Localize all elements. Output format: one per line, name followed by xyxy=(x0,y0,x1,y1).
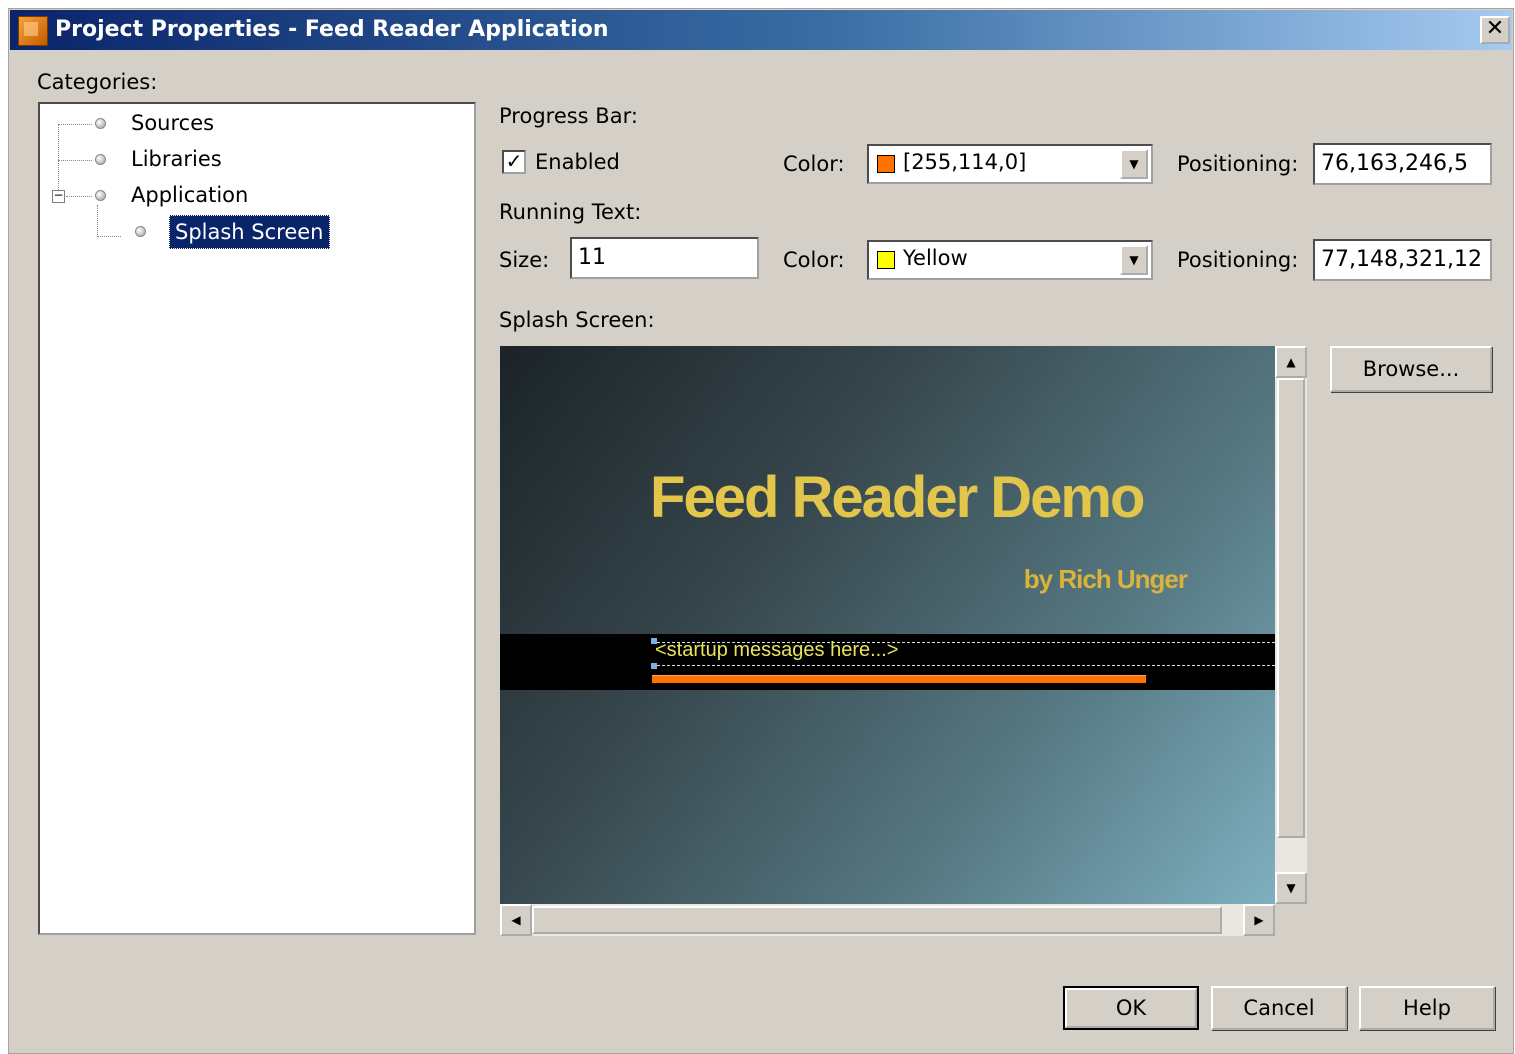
node-icon xyxy=(95,118,106,129)
tree-item-splash-screen[interactable]: Splash Screen xyxy=(169,215,330,249)
splash-subtitle: by Rich Unger xyxy=(1023,564,1188,594)
window-title: Project Properties - Feed Reader Applica… xyxy=(55,17,609,42)
tree-line xyxy=(97,236,121,237)
close-button[interactable]: ✕ xyxy=(1480,16,1510,44)
progress-bar-preview[interactable] xyxy=(652,675,1146,683)
cancel-button[interactable]: Cancel xyxy=(1211,986,1347,1030)
running-color-value: Yellow xyxy=(903,246,968,270)
resize-handle[interactable] xyxy=(651,638,657,644)
chevron-down-icon[interactable]: ▼ xyxy=(1120,149,1148,179)
progress-positioning-label: Positioning: xyxy=(1177,152,1299,176)
close-icon: ✕ xyxy=(1485,16,1505,41)
tree-item-sources[interactable]: Sources xyxy=(131,111,214,135)
splash-title: Feed Reader Demo xyxy=(650,465,1145,530)
running-text-section-label: Running Text: xyxy=(499,200,642,224)
size-input[interactable]: 11 xyxy=(570,237,759,279)
horizontal-scroll-thumb[interactable] xyxy=(532,906,1222,934)
tree-line xyxy=(58,124,92,125)
ok-button[interactable]: OK xyxy=(1063,986,1199,1030)
splash-screen-section-label: Splash Screen: xyxy=(499,308,655,332)
categories-label: Categories: xyxy=(37,70,158,94)
scroll-left-icon[interactable]: ◀ xyxy=(500,904,532,936)
progress-color-select[interactable]: [255,114,0] ▼ xyxy=(867,144,1153,184)
running-positioning-input[interactable]: 77,148,321,12 xyxy=(1313,239,1492,281)
splash-preview[interactable]: Feed Reader Demo by Rich Unger <startup … xyxy=(500,346,1275,904)
color-swatch-icon xyxy=(877,155,895,173)
size-label: Size: xyxy=(499,248,550,272)
running-text-bounds[interactable] xyxy=(652,665,1275,666)
tree-line xyxy=(58,160,92,161)
vertical-scroll-thumb[interactable] xyxy=(1277,378,1305,838)
scroll-down-icon[interactable]: ▼ xyxy=(1275,872,1307,904)
tree-line xyxy=(66,196,92,197)
enabled-checkbox[interactable]: ✓ xyxy=(502,150,526,174)
tree-line xyxy=(58,124,59,190)
tree-item-libraries[interactable]: Libraries xyxy=(131,147,222,171)
collapse-icon[interactable]: − xyxy=(52,189,65,203)
color-swatch-icon xyxy=(877,251,895,269)
running-color-label: Color: xyxy=(783,248,845,272)
enabled-label[interactable]: Enabled xyxy=(535,150,620,174)
tree-item-application[interactable]: Application xyxy=(131,183,248,207)
chevron-down-icon[interactable]: ▼ xyxy=(1120,245,1148,275)
progress-color-label: Color: xyxy=(783,152,845,176)
resize-handle[interactable] xyxy=(651,663,657,669)
progress-bar-section-label: Progress Bar: xyxy=(499,104,638,128)
node-icon xyxy=(135,226,146,237)
node-icon xyxy=(95,190,106,201)
progress-color-value: [255,114,0] xyxy=(903,150,1027,174)
startup-message: <startup messages here...> xyxy=(655,639,899,661)
help-button[interactable]: Help xyxy=(1359,986,1495,1030)
browse-button[interactable]: Browse... xyxy=(1330,346,1492,392)
tree-line xyxy=(97,205,98,237)
node-icon xyxy=(95,154,106,165)
scroll-up-icon[interactable]: ▲ xyxy=(1275,346,1307,378)
scroll-right-icon[interactable]: ▶ xyxy=(1243,904,1275,936)
netbeans-app-icon xyxy=(18,16,48,46)
running-color-select[interactable]: Yellow ▼ xyxy=(867,240,1153,280)
checkmark-icon: ✓ xyxy=(505,149,523,173)
running-positioning-label: Positioning: xyxy=(1177,248,1299,272)
progress-positioning-input[interactable]: 76,163,246,5 xyxy=(1313,143,1492,185)
